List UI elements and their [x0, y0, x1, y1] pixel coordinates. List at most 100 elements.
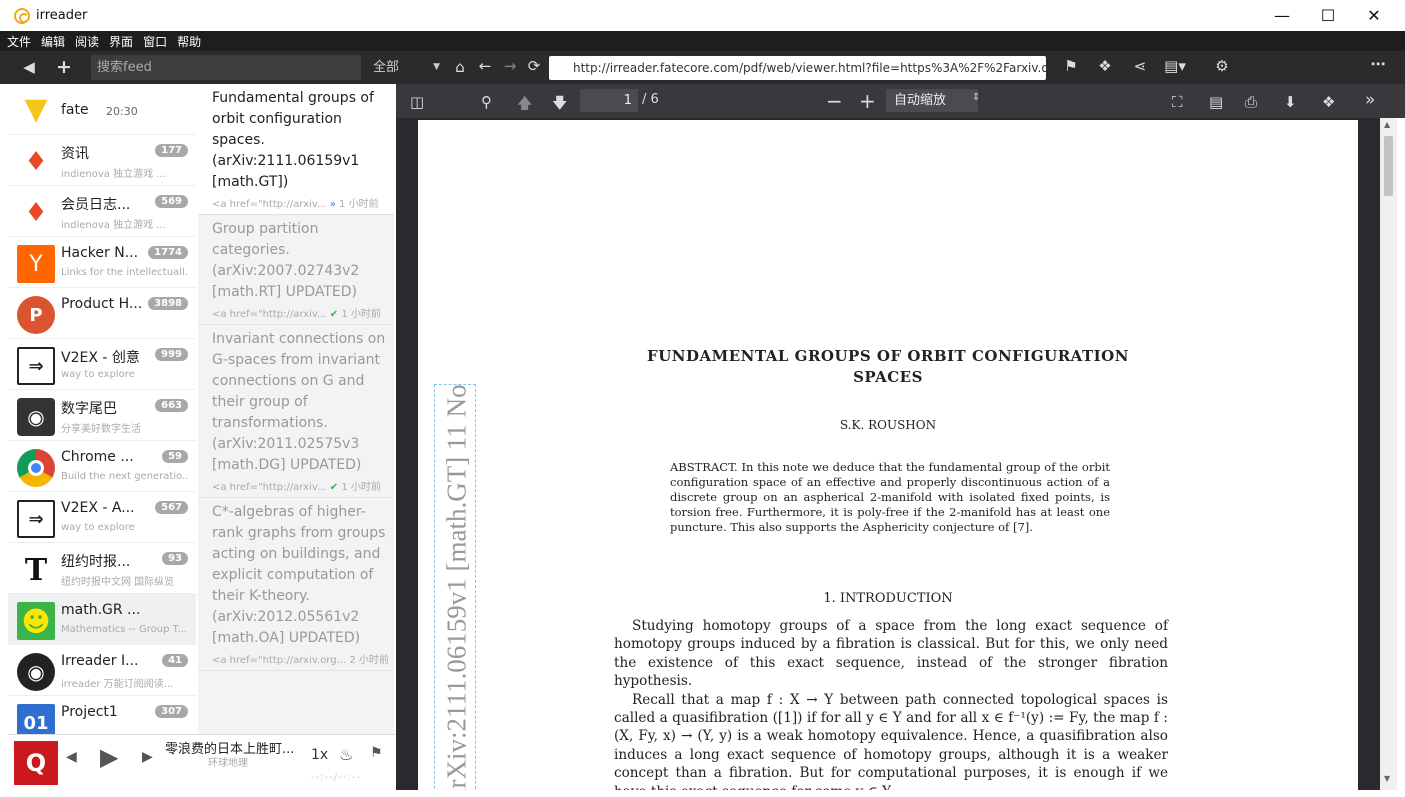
tag-icon[interactable]: ⚑	[370, 745, 383, 761]
feed-item-chrome[interactable]: Chrome ... Build the next generatio... 5…	[8, 441, 196, 492]
indienova-icon: ♦	[24, 147, 48, 177]
article-item[interactable]: Invariant connections on G-spaces from i…	[198, 325, 394, 498]
tag-icon[interactable]: ⚑	[1058, 57, 1084, 75]
dgtle-icon: ◉	[17, 398, 55, 436]
feed-item-v2ex-creative[interactable]: ⇒ V2EX - 创意 way to explore 999	[8, 339, 196, 390]
print-icon[interactable]: ⎙	[1245, 93, 1257, 111]
open-file-icon[interactable]: ▤	[1209, 93, 1223, 111]
feed-subtitle: indienova 独立游戏 ...	[61, 220, 166, 231]
minimize-icon[interactable]: —	[1259, 0, 1305, 31]
check-icon: ✔	[329, 482, 339, 493]
menu-read[interactable]: 阅读	[75, 33, 99, 50]
compass-icon[interactable]: ❖	[1092, 57, 1118, 75]
article-item[interactable]: Group partition categories. (arXiv:2007.…	[198, 215, 394, 325]
tools-menu-icon[interactable]: »	[1365, 90, 1375, 110]
next-icon[interactable]: ▶	[142, 749, 153, 765]
article-meta: <a href="http://arxiv... ✔ 1 小时前	[212, 305, 386, 320]
feed-time: 20:30	[106, 105, 138, 118]
home-icon[interactable]: ⌂	[447, 58, 473, 76]
pdf-viewer[interactable]: arXiv:2111.06159v1 [math.GT] 11 Nov 2021…	[396, 118, 1397, 790]
arxiv-smiley-icon: ☻	[17, 602, 55, 640]
feed-item-dgtle[interactable]: ◉ 数字尾巴 分享美好数字生活 663	[8, 390, 196, 441]
filter-select[interactable]: 全部 ▼	[369, 56, 444, 79]
playback-speed-button[interactable]: 1x	[311, 747, 328, 763]
article-time: 1 小时前	[341, 309, 381, 320]
article-title: Group partition categories. (arXiv:2007.…	[212, 221, 360, 300]
share-icon[interactable]: ⋖	[1127, 57, 1153, 75]
volume-icon[interactable]: ♨	[339, 745, 353, 764]
article-item[interactable]: Fundamental groups of orbit configuratio…	[198, 84, 394, 215]
zoom-in-icon[interactable]: +	[859, 89, 876, 113]
settings-icon[interactable]: ⚙	[1209, 57, 1235, 75]
close-icon[interactable]: ✕	[1351, 0, 1397, 31]
pdf-scrollbar[interactable]: ▲ ▼	[1380, 118, 1397, 790]
page-number-input[interactable]: 1	[580, 89, 638, 112]
feed-subtitle: way to explore	[61, 369, 135, 380]
url-field[interactable]: http://irreader.fatecore.com/pdf/web/vie…	[549, 56, 1046, 80]
play-icon[interactable]: ▶	[100, 743, 118, 771]
article-snippet: <a href="http://arxiv.org...	[212, 655, 347, 666]
unread-count-badge: 569	[155, 195, 188, 208]
hacker-news-icon: Y	[17, 245, 55, 283]
project1-icon: 01	[17, 704, 55, 734]
menu-help[interactable]: 帮助	[177, 33, 201, 50]
feed-subtitle: 纽约时报中文网 国际纵览	[61, 577, 175, 588]
feed-item-v2ex-apple[interactable]: ⇒ V2EX - A... way to explore 567	[8, 492, 196, 543]
article-item[interactable]: C*-algebras of higher-rank graphs from g…	[198, 498, 394, 671]
unread-count-badge: 177	[155, 144, 188, 157]
article-meta: <a href="http://arxiv... ✔ 1 小时前	[212, 478, 386, 493]
feed-item-fate[interactable]: ▼ fate 20:30	[8, 84, 196, 135]
feed-item-nytimes[interactable]: T 纽约时报... 纽约时报中文网 国际纵览 93	[8, 543, 196, 594]
scroll-up-icon[interactable]: ▲	[1384, 120, 1390, 129]
fate-shield-icon: ▼	[24, 91, 48, 127]
sidebar-toggle-icon[interactable]: ◫	[410, 93, 424, 111]
previous-icon[interactable]: ◀	[66, 749, 77, 765]
scrollbar-thumb[interactable]	[1384, 136, 1393, 196]
bookmark-icon[interactable]: ❖	[1322, 93, 1335, 111]
menu-view[interactable]: 界面	[109, 33, 133, 50]
feed-name: Hacker N...	[61, 245, 139, 261]
presentation-mode-icon[interactable]: ⛶	[1172, 93, 1183, 111]
product-hunt-icon: P	[17, 296, 55, 334]
feed-item-zixun[interactable]: ♦ 资讯 indienova 独立游戏 ... 177	[8, 135, 196, 186]
add-feed-icon[interactable]: +	[51, 56, 77, 78]
feed-name: fate	[61, 102, 89, 118]
zoom-select[interactable]: 自动缩放	[886, 89, 978, 112]
zoom-out-icon[interactable]: −	[826, 89, 843, 113]
article-title: C*-algebras of higher-rank graphs from g…	[212, 504, 386, 646]
reader-mode-icon[interactable]: ▤▾	[1162, 57, 1188, 75]
download-icon[interactable]: ⬇	[1284, 93, 1297, 111]
page-total: / 6	[642, 92, 659, 107]
next-page-icon[interactable]: 🡇	[552, 93, 567, 118]
search-icon[interactable]: ⚲	[481, 93, 492, 111]
article-list: Fundamental groups of orbit configuratio…	[198, 84, 394, 734]
forward-icon[interactable]: →	[497, 57, 523, 75]
menu-edit[interactable]: 编辑	[41, 33, 65, 50]
maximize-icon[interactable]: ☐	[1305, 0, 1351, 31]
more-icon[interactable]: ⋯	[1365, 55, 1391, 73]
irreader-logo-icon	[14, 7, 30, 24]
feed-item-project1[interactable]: 01 Project1 307	[8, 696, 196, 734]
podcast-cover[interactable]: Q	[14, 741, 58, 785]
feed-item-member-log[interactable]: ♦ 会员日志... indienova 独立游戏 ... 569	[8, 186, 196, 237]
feed-subtitle: Links for the intellectuall...	[61, 267, 189, 278]
feed-item-irreader-issues[interactable]: ◉ Irreader I... irreader 万能订阅阅读... 41	[8, 645, 196, 696]
unread-count-badge: 41	[162, 654, 188, 667]
menu-file[interactable]: 文件	[7, 33, 31, 50]
feed-item-product-hunt[interactable]: P Product H... 3898	[8, 288, 196, 339]
indienova-icon: ♦	[24, 198, 48, 228]
collapse-left-icon[interactable]: ◀	[16, 58, 42, 76]
feed-item-hacker-news[interactable]: Y Hacker N... Links for the intellectual…	[8, 237, 196, 288]
back-icon[interactable]: ←	[472, 57, 498, 75]
reload-icon[interactable]: ⟳	[521, 57, 547, 75]
search-feed-input[interactable]: 搜索feed	[91, 55, 361, 80]
feed-name: 纽约时报...	[61, 554, 131, 570]
feed-name: V2EX - 创意	[61, 350, 140, 366]
previous-page-icon[interactable]: 🡅	[517, 93, 532, 118]
unread-count-badge: 663	[155, 399, 188, 412]
scroll-down-icon[interactable]: ▼	[1384, 774, 1390, 783]
feed-item-math-gr[interactable]: ☻ math.GR ... Mathematics -- Group T...	[8, 594, 196, 645]
menu-window[interactable]: 窗口	[143, 33, 167, 50]
feed-name: math.GR ...	[61, 602, 141, 618]
feed-name: V2EX - A...	[61, 500, 135, 516]
